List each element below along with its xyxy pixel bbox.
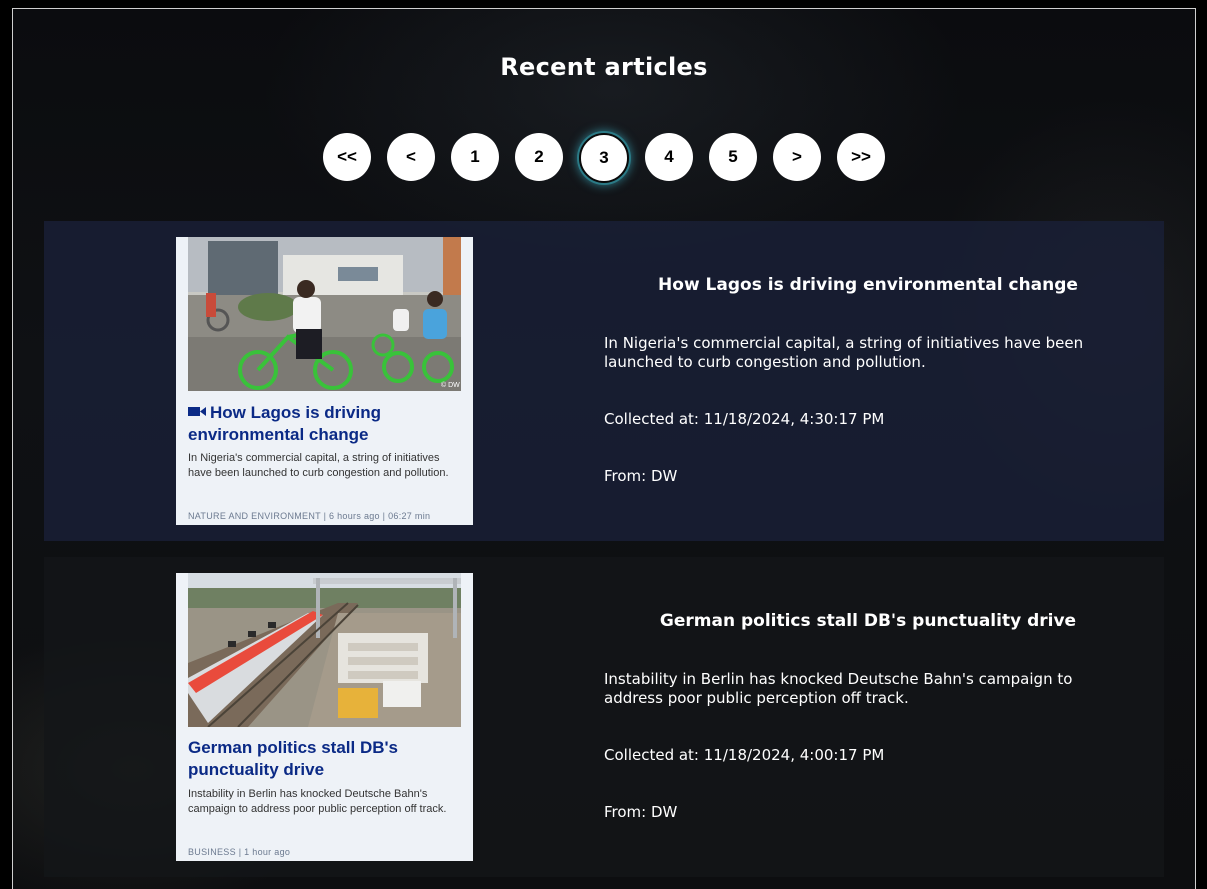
page-frame: Recent articles << < 1 2 3 4 5 > >> © DW… (12, 8, 1196, 889)
thumbnail-title: How Lagos is driving environmental chang… (188, 401, 458, 446)
article-title[interactable]: German politics stall DB's punctuality d… (604, 611, 1132, 631)
article-photo-cyclists: © DW (188, 237, 461, 391)
thumbnail-title: German politics stall DB's punctuality d… (188, 738, 398, 779)
article-photo-train (188, 573, 461, 727)
last-page-button[interactable]: >> (837, 133, 885, 181)
article-collected-at: Collected at: 11/18/2024, 4:30:17 PM (604, 410, 885, 428)
article-title[interactable]: How Lagos is driving environmental chang… (604, 275, 1132, 295)
article-collected-at: Collected at: 11/18/2024, 4:00:17 PM (604, 746, 885, 764)
thumbnail-meta: NATURE AND ENVIRONMENT | 6 hours ago | 0… (188, 511, 431, 521)
page-button-4[interactable]: 4 (645, 133, 693, 181)
next-page-button[interactable]: > (773, 133, 821, 181)
first-page-button[interactable]: << (323, 133, 371, 181)
video-camera-icon (188, 401, 206, 423)
page-button-2[interactable]: 2 (515, 133, 563, 181)
pagination: << < 1 2 3 4 5 > >> (13, 133, 1195, 183)
thumbnail-description: In Nigeria's commercial capital, a strin… (188, 452, 449, 479)
thumbnail-meta: BUSINESS | 1 hour ago (188, 847, 291, 857)
article-description: In Nigeria's commercial capital, a strin… (604, 334, 1084, 371)
article-thumbnail[interactable]: German politics stall DB's punctuality d… (176, 573, 473, 861)
article-card[interactable]: © DW How Lagos is driving environmental … (44, 221, 1164, 541)
page-button-5[interactable]: 5 (709, 133, 757, 181)
page-title: Recent articles (500, 53, 708, 81)
page-button-1[interactable]: 1 (451, 133, 499, 181)
article-thumbnail[interactable]: © DW How Lagos is driving environmental … (176, 237, 473, 525)
article-description: Instability in Berlin has knocked Deutsc… (604, 670, 1073, 707)
article-source: From: DW (604, 803, 678, 821)
photo-credit: © DW (441, 381, 460, 389)
thumbnail-description: Instability in Berlin has knocked Deutsc… (188, 788, 447, 815)
article-source: From: DW (604, 467, 678, 485)
thumbnail-title-text: How Lagos is driving environmental chang… (188, 403, 381, 444)
article-card[interactable]: German politics stall DB's punctuality d… (44, 557, 1164, 877)
prev-page-button[interactable]: < (387, 133, 435, 181)
page-button-3-current[interactable]: 3 (579, 133, 629, 183)
